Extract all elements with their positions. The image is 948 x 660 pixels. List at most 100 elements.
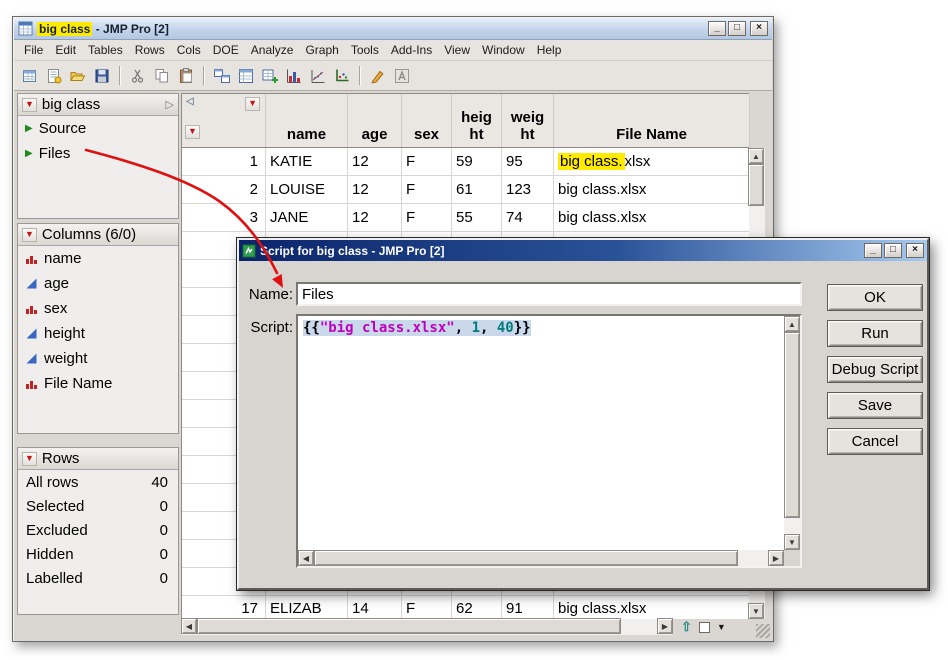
debug-script-button[interactable]: Debug Script bbox=[827, 356, 923, 383]
new-journal-icon[interactable] bbox=[43, 65, 65, 87]
weight-cell[interactable]: 123 bbox=[502, 176, 554, 204]
sex-cell[interactable]: F bbox=[402, 148, 452, 176]
menu-add-ins[interactable]: Add-Ins bbox=[385, 40, 438, 60]
age-cell[interactable]: 12 bbox=[348, 148, 402, 176]
menu-window[interactable]: Window bbox=[476, 40, 531, 60]
partial-table-row[interactable]: 17 ELIZAB 14 F 62 91 big class.xlsx bbox=[181, 596, 749, 619]
name-cell[interactable]: JANE bbox=[266, 204, 348, 232]
horizontal-scrollbar[interactable]: ◀ ▶ bbox=[181, 619, 673, 635]
dialog-maximize-button[interactable]: □ bbox=[884, 243, 902, 258]
menu-view[interactable]: View bbox=[438, 40, 476, 60]
formula-icon[interactable] bbox=[367, 65, 389, 87]
scroll-up-button[interactable]: ▲ bbox=[784, 316, 800, 332]
column-header-age[interactable]: age bbox=[348, 94, 402, 147]
scroll-right-button[interactable]: ▶ bbox=[768, 550, 784, 566]
column-header-height[interactable]: height bbox=[452, 94, 502, 147]
script-vertical-scrollbar[interactable]: ▲ ▼ bbox=[784, 316, 800, 550]
ok-button[interactable]: OK bbox=[827, 284, 923, 311]
table-row[interactable]: 2 LOUISE 12 F 61 123 big class.xlsx bbox=[182, 176, 749, 204]
script-vscroll-thumb[interactable] bbox=[784, 332, 800, 518]
height-cell[interactable]: 62 bbox=[452, 596, 502, 619]
age-cell[interactable]: 12 bbox=[348, 204, 402, 232]
open-icon[interactable] bbox=[67, 65, 89, 87]
row-number-cell[interactable]: 17 bbox=[182, 596, 266, 619]
menu-doe[interactable]: DOE bbox=[207, 40, 245, 60]
file-name-cell[interactable]: big class.xlsx bbox=[554, 596, 749, 619]
summary-icon[interactable] bbox=[235, 65, 257, 87]
cancel-button[interactable]: Cancel bbox=[827, 428, 923, 455]
save-button[interactable]: Save bbox=[827, 392, 923, 419]
column-header-name[interactable]: name bbox=[266, 94, 348, 147]
minimize-button[interactable]: _ bbox=[708, 21, 726, 36]
rows-menu-icon[interactable]: ▼ bbox=[185, 125, 200, 139]
column-header-file-name[interactable]: File Name bbox=[554, 94, 750, 147]
horizontal-scroll-thumb[interactable] bbox=[197, 618, 621, 634]
weight-cell[interactable]: 74 bbox=[502, 204, 554, 232]
menu-tools[interactable]: Tools bbox=[345, 40, 385, 60]
weight-cell[interactable]: 95 bbox=[502, 148, 554, 176]
column-item-weight[interactable]: weight bbox=[18, 346, 178, 371]
cut-icon[interactable] bbox=[127, 65, 149, 87]
menu-analyze[interactable]: Analyze bbox=[245, 40, 300, 60]
menu-rows[interactable]: Rows bbox=[129, 40, 171, 60]
script-editor[interactable]: {{"big class.xlsx", 1, 40}} ▲ ▼ ◀ ▶ bbox=[296, 314, 802, 568]
age-cell[interactable]: 12 bbox=[348, 176, 402, 204]
script-hscroll-thumb[interactable] bbox=[314, 550, 738, 566]
graph-builder-icon[interactable] bbox=[331, 65, 353, 87]
table-row[interactable]: 3 JANE 12 F 55 74 big class.xlsx bbox=[182, 204, 749, 232]
add-rows-icon[interactable] bbox=[259, 65, 281, 87]
fit-y-by-x-icon[interactable] bbox=[307, 65, 329, 87]
sex-cell[interactable]: F bbox=[402, 176, 452, 204]
save-icon[interactable] bbox=[91, 65, 113, 87]
name-cell[interactable]: KATIE bbox=[266, 148, 348, 176]
script-name-input[interactable] bbox=[296, 282, 802, 306]
copy-icon[interactable] bbox=[151, 65, 173, 87]
status-checkbox[interactable] bbox=[699, 622, 710, 633]
scroll-down-button[interactable]: ▼ bbox=[784, 534, 800, 550]
menu-help[interactable]: Help bbox=[531, 40, 568, 60]
age-cell[interactable]: 14 bbox=[348, 596, 402, 619]
weight-cell[interactable]: 91 bbox=[502, 596, 554, 619]
menu-cols[interactable]: Cols bbox=[171, 40, 207, 60]
name-cell[interactable]: LOUISE bbox=[266, 176, 348, 204]
sidebar-item-files[interactable]: ▶ Files bbox=[18, 141, 178, 166]
file-name-cell[interactable]: big class.xlsx bbox=[554, 148, 750, 176]
distribution-icon[interactable] bbox=[283, 65, 305, 87]
scroll-left-button[interactable]: ◀ bbox=[181, 618, 197, 634]
dialog-titlebar[interactable]: Script for big class - JMP Pro [2] _ □ × bbox=[239, 240, 927, 261]
menu-tables[interactable]: Tables bbox=[82, 40, 129, 60]
column-header-sex[interactable]: sex bbox=[402, 94, 452, 147]
height-cell[interactable]: 55 bbox=[452, 204, 502, 232]
new-data-table-icon[interactable] bbox=[19, 65, 41, 87]
maximize-button[interactable]: □ bbox=[728, 21, 746, 36]
columns-panel-menu-icon[interactable]: ▼ bbox=[22, 228, 37, 242]
menu-file[interactable]: File bbox=[18, 40, 49, 60]
main-titlebar[interactable]: big class - JMP Pro [2] _ □ × bbox=[14, 18, 772, 40]
join-tables-icon[interactable] bbox=[211, 65, 233, 87]
vertical-scroll-thumb[interactable] bbox=[748, 164, 764, 206]
column-item-name[interactable]: name bbox=[18, 246, 178, 271]
dialog-close-button[interactable]: × bbox=[906, 243, 924, 258]
name-cell[interactable]: ELIZAB bbox=[266, 596, 348, 619]
run-button[interactable]: Run bbox=[827, 320, 923, 347]
status-up-icon[interactable]: ⇧ bbox=[681, 619, 692, 635]
annotate-icon[interactable] bbox=[391, 65, 413, 87]
scroll-left-button[interactable]: ◀ bbox=[298, 550, 314, 566]
close-button[interactable]: × bbox=[750, 21, 768, 36]
file-name-cell[interactable]: big class.xlsx bbox=[554, 204, 750, 232]
table-row[interactable]: 1 KATIE 12 F 59 95 big class.xlsx bbox=[182, 148, 749, 176]
resize-grip[interactable] bbox=[756, 624, 770, 638]
script-horizontal-scrollbar[interactable]: ◀ ▶ bbox=[298, 550, 784, 566]
column-item-sex[interactable]: sex bbox=[18, 296, 178, 321]
column-header-weight[interactable]: weight bbox=[502, 94, 554, 147]
column-item-age[interactable]: age bbox=[18, 271, 178, 296]
columns-panel-header[interactable]: ▼ Columns (6/0) bbox=[18, 224, 178, 246]
menu-edit[interactable]: Edit bbox=[49, 40, 82, 60]
scroll-up-button[interactable]: ▲ bbox=[748, 148, 764, 164]
file-name-cell[interactable]: big class.xlsx bbox=[554, 176, 750, 204]
row-number-cell[interactable]: 1 bbox=[182, 148, 266, 176]
sex-cell[interactable]: F bbox=[402, 596, 452, 619]
table-panel-menu-icon[interactable]: ▼ bbox=[22, 98, 37, 112]
rows-panel-header[interactable]: ▼ Rows bbox=[18, 448, 178, 470]
scroll-down-button[interactable]: ▼ bbox=[748, 603, 764, 619]
